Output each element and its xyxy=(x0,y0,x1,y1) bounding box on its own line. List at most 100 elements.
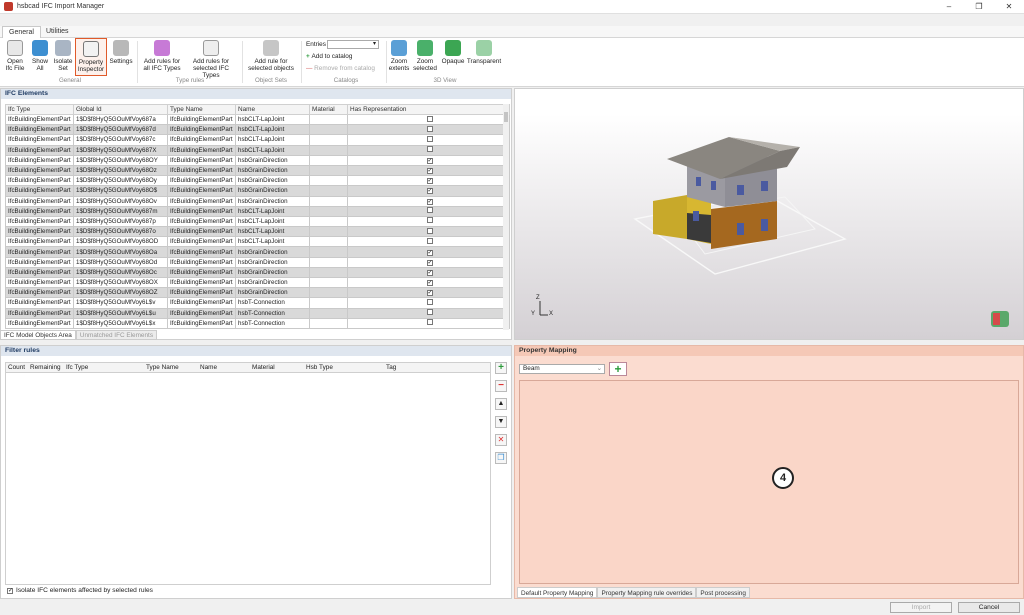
table-row[interactable]: IfcBuildingElementPart 1$D$f8HyQ5GOuMfVoy… xyxy=(5,297,510,309)
import-button[interactable]: Import xyxy=(890,602,952,613)
table-row[interactable]: IfcBuildingElementPart 1$D$f8HyQ5GOuMfVoy… xyxy=(5,195,510,207)
checkbox-icon[interactable] xyxy=(426,319,433,326)
checkbox-icon[interactable] xyxy=(426,217,433,224)
tab-unmatched-ifc[interactable]: Unmatched IFC Elements xyxy=(75,330,158,340)
table-row[interactable]: IfcBuildingElementPart 1$D$f8HyQ5GOuMfVoy… xyxy=(5,236,510,248)
close-button[interactable]: ✕ xyxy=(994,0,1024,14)
checkbox-icon[interactable]: ✓ xyxy=(426,249,433,256)
tab-ifc-model-objects[interactable]: IFC Model Objects Area xyxy=(0,330,76,340)
checkbox-icon[interactable] xyxy=(426,309,433,316)
add-rules-all-button[interactable]: Add rules for all IFC Types xyxy=(140,40,184,72)
tab-default-property-mapping[interactable]: Default Property Mapping xyxy=(517,587,598,598)
move-up-icon[interactable]: ▲ xyxy=(495,398,507,410)
column-header[interactable]: Global Id xyxy=(73,104,168,115)
copy-rule-icon[interactable]: ❐ xyxy=(495,452,507,464)
table-row[interactable]: IfcBuildingElementPart 1$D$f8HyQ5GOuMfVoy… xyxy=(5,164,510,177)
3d-view[interactable]: Z X Y xyxy=(514,88,1024,340)
transparent-button[interactable]: Transparent xyxy=(466,40,502,65)
column-header[interactable]: Count xyxy=(8,364,25,371)
entries-dropdown[interactable]: ▾ xyxy=(327,40,379,49)
add-to-catalog-button[interactable]: + Add to catalog xyxy=(306,53,352,60)
zoom-selected-button[interactable]: Zoom selected xyxy=(412,40,438,72)
cancel-button[interactable]: Cancel xyxy=(958,602,1020,613)
checkbox-icon[interactable]: ✓ xyxy=(426,157,433,164)
settings-button[interactable]: Settings xyxy=(109,40,133,65)
table-row[interactable]: IfcBuildingElementPart 1$D$f8HyQ5GOuMfVoy… xyxy=(5,226,510,238)
checkbox-icon[interactable]: ✓ xyxy=(426,259,433,266)
checkbox-icon[interactable]: ✓ xyxy=(426,178,433,185)
column-header[interactable]: Type Name xyxy=(167,104,236,115)
table-cell: IfcBuildingElementPart xyxy=(5,205,74,217)
column-header[interactable]: Tag xyxy=(386,364,396,371)
tab-general[interactable]: General xyxy=(2,26,41,38)
checkbox-icon[interactable] xyxy=(426,227,433,234)
table-row[interactable]: IfcBuildingElementPart 1$D$f8HyQ5GOuMfVoy… xyxy=(5,185,510,197)
ifc-table-scrollbar[interactable] xyxy=(503,104,509,330)
checkbox-icon[interactable] xyxy=(426,146,433,153)
checkbox-icon[interactable] xyxy=(426,237,433,244)
move-down-icon[interactable]: ▼ xyxy=(495,416,507,428)
add-mapping-button[interactable]: + xyxy=(609,362,627,376)
minimize-button[interactable]: – xyxy=(934,0,964,14)
isolate-set-button[interactable]: Isolate Set xyxy=(52,40,74,72)
table-row[interactable]: IfcBuildingElementPart 1$D$f8HyQ5GOuMfVoy… xyxy=(5,134,510,146)
remove-rule-icon[interactable]: − xyxy=(495,380,507,392)
opaque-button[interactable]: Opaque xyxy=(440,40,466,65)
table-row[interactable]: IfcBuildingElementPart 1$D$f8HyQ5GOuMfVoy… xyxy=(5,205,510,217)
filter-rules-table[interactable] xyxy=(5,373,491,585)
property-inspector-button[interactable]: Property Inspector xyxy=(75,38,107,76)
column-header[interactable]: Hsb Type xyxy=(306,364,333,371)
scroll-thumb[interactable] xyxy=(504,112,508,122)
table-row[interactable]: IfcBuildingElementPart 1$D$f8HyQ5GOuMfVoy… xyxy=(5,276,510,289)
table-row[interactable]: IfcBuildingElementPart 1$D$f8HyQ5GOuMfVoy… xyxy=(5,144,510,156)
checkbox-icon[interactable] xyxy=(426,125,433,132)
table-row[interactable]: IfcBuildingElementPart 1$D$f8HyQ5GOuMfVoy… xyxy=(5,175,510,187)
column-header[interactable]: Material xyxy=(309,104,348,115)
table-row[interactable]: IfcBuildingElementPart 1$D$f8HyQ5GOuMfVoy… xyxy=(5,256,510,268)
table-row[interactable]: IfcBuildingElementPart 1$D$f8HyQ5GOuMfVoy… xyxy=(5,317,510,329)
show-all-button[interactable]: Show All xyxy=(30,40,50,72)
column-header[interactable]: Ifc Type xyxy=(66,364,88,371)
property-mapping-title: Property Mapping xyxy=(515,346,1023,356)
checkbox-icon[interactable]: ✓ xyxy=(426,269,433,276)
checkbox-icon[interactable] xyxy=(426,135,433,142)
column-header[interactable]: Name xyxy=(235,104,310,115)
column-header[interactable]: Has Representation xyxy=(347,104,510,115)
table-row[interactable]: IfcBuildingElementPart 1$D$f8HyQ5GOuMfVoy… xyxy=(5,287,510,299)
tab-post-processing[interactable]: Post processing xyxy=(696,587,750,598)
table-row[interactable]: IfcBuildingElementPart 1$D$f8HyQ5GOuMfVoy… xyxy=(5,266,510,279)
tab-property-mapping-overrides[interactable]: Property Mapping rule overrides xyxy=(597,587,697,598)
checkbox-icon[interactable] xyxy=(426,207,433,214)
has-representation-cell: ✓ xyxy=(347,266,510,279)
checkbox-icon[interactable]: ✓ xyxy=(7,587,13,594)
table-row[interactable]: IfcBuildingElementPart 1$D$f8HyQ5GOuMfVoy… xyxy=(5,113,510,126)
checkbox-icon[interactable]: ✓ xyxy=(426,168,433,175)
add-rule-icon[interactable]: + xyxy=(495,362,507,374)
delete-rule-icon[interactable]: ✕ xyxy=(495,434,507,446)
column-header[interactable]: Material xyxy=(252,364,275,371)
remove-from-catalog-button[interactable]: — Remove from catalog xyxy=(306,65,375,72)
table-row[interactable]: IfcBuildingElementPart 1$D$f8HyQ5GOuMfVoy… xyxy=(5,154,510,166)
add-rule-objects-button[interactable]: Add rule for selected objects xyxy=(246,40,296,72)
open-ifc-button[interactable]: Open Ifc File xyxy=(3,40,27,72)
tab-utilities[interactable]: Utilities xyxy=(40,26,75,38)
column-header[interactable]: Ifc Type xyxy=(5,104,74,115)
checkbox-icon[interactable] xyxy=(426,115,433,122)
table-row[interactable]: IfcBuildingElementPart 1$D$f8HyQ5GOuMfVoy… xyxy=(5,307,510,319)
table-row[interactable]: IfcBuildingElementPart 1$D$f8HyQ5GOuMfVoy… xyxy=(5,246,510,258)
column-header[interactable]: Remaining xyxy=(30,364,61,371)
zoom-extents-button[interactable]: Zoom extents xyxy=(388,40,410,72)
column-header[interactable]: Type Name xyxy=(146,364,179,371)
maximize-button[interactable]: ❐ xyxy=(964,0,994,14)
checkbox-icon[interactable]: ✓ xyxy=(426,280,433,287)
table-row[interactable]: IfcBuildingElementPart 1$D$f8HyQ5GOuMfVoy… xyxy=(5,215,510,228)
type-select[interactable]: Beam ⌄ xyxy=(519,364,605,374)
checkbox-icon[interactable]: ✓ xyxy=(426,198,433,205)
checkbox-icon[interactable] xyxy=(426,298,433,305)
checkbox-icon[interactable]: ✓ xyxy=(426,290,433,297)
column-header[interactable]: Name xyxy=(200,364,217,371)
checkbox-icon[interactable]: ✓ xyxy=(426,188,433,195)
add-rules-selected-button[interactable]: Add rules for selected IFC Types xyxy=(184,40,238,79)
isolate-affected-checkbox[interactable]: ✓ Isolate IFC elements affected by selec… xyxy=(7,587,153,594)
table-row[interactable]: IfcBuildingElementPart 1$D$f8HyQ5GOuMfVoy… xyxy=(5,124,510,136)
